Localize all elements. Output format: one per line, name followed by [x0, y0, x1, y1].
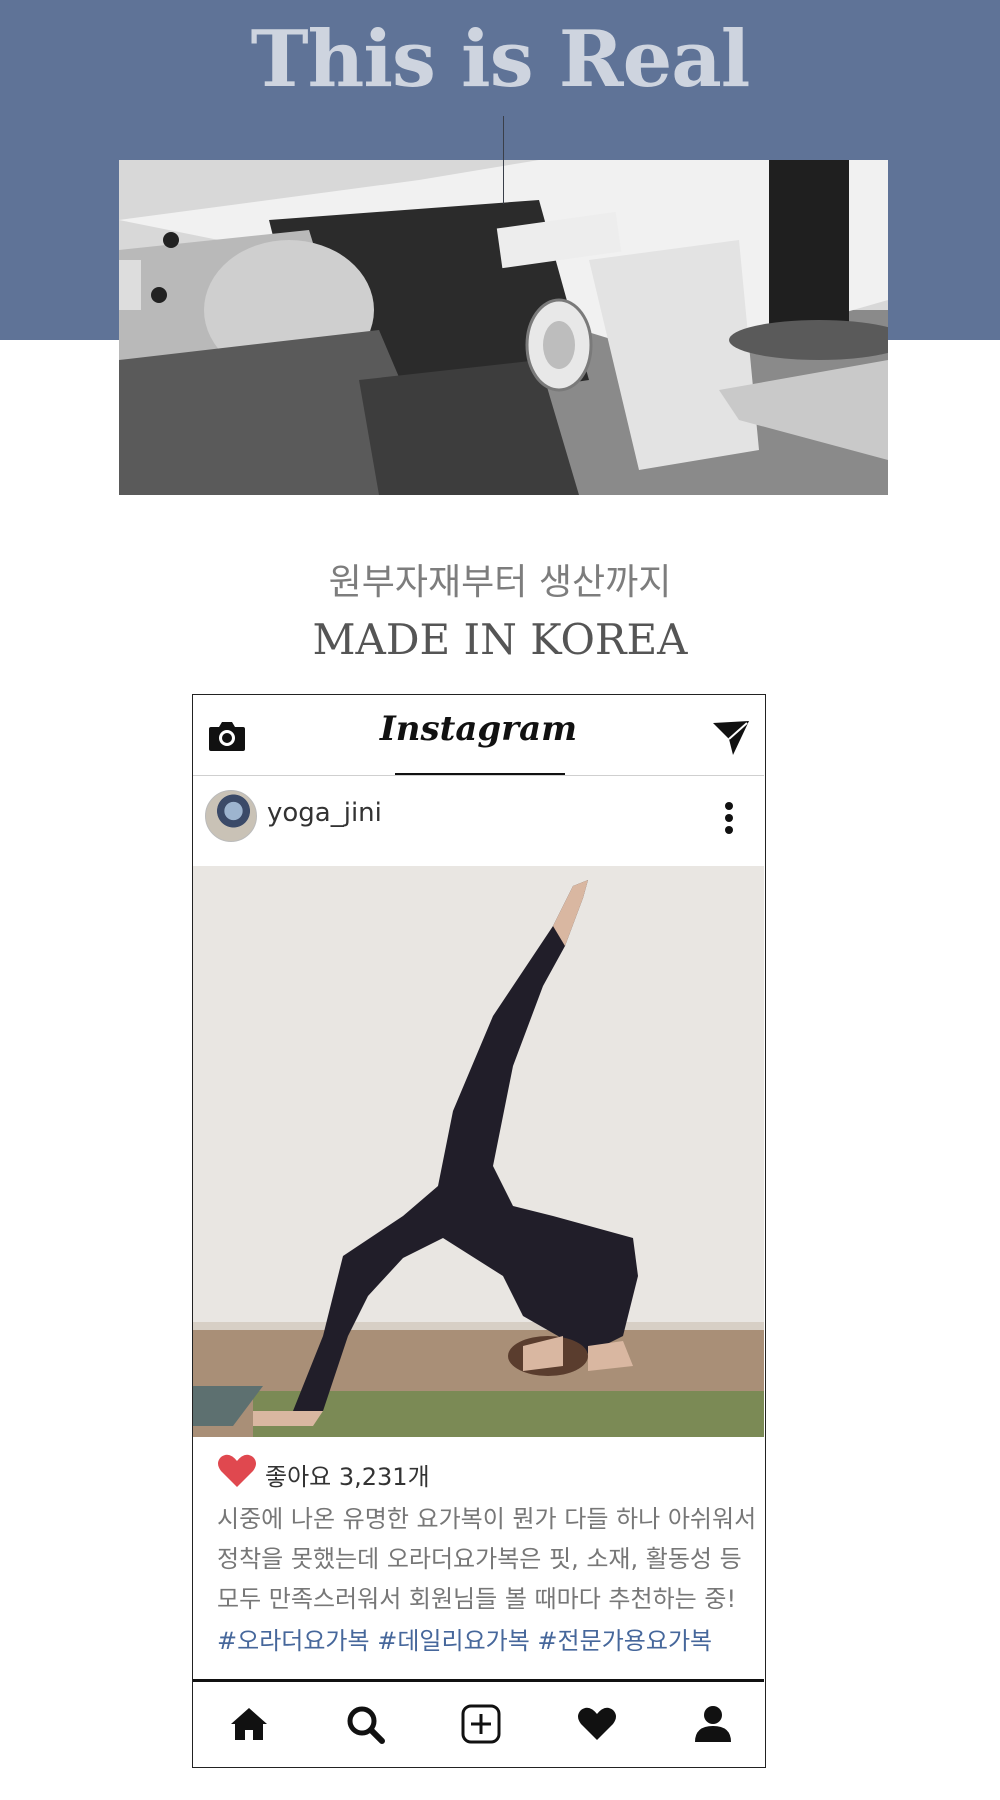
heart-icon[interactable] — [217, 1453, 257, 1489]
yoga-post-photo — [193, 866, 764, 1437]
sewing-machine-illustration — [119, 160, 888, 495]
subtitle-made-in-korea: MADE IN KOREA — [312, 615, 688, 664]
post-profile-row: yoga_jini — [193, 776, 764, 866]
post-caption: 시중에 나온 유명한 요가복이 뭔가 다들 하나 아쉬워서 정착을 못했는데 오… — [217, 1505, 757, 1613]
home-icon[interactable] — [229, 1704, 269, 1744]
likes-count[interactable]: 좋아요 3,231개 — [265, 1457, 430, 1492]
instagram-mockup: Instagram yoga_jini 좋아요 3,231개 시중에 나온 유명… — [192, 694, 766, 1768]
instagram-header: Instagram — [193, 695, 764, 776]
sewing-machine-photo — [119, 160, 888, 495]
activity-heart-icon[interactable] — [577, 1704, 617, 1744]
instagram-logo: Instagram — [379, 709, 578, 749]
hero-title: This is Real — [250, 14, 751, 105]
bottom-tab-bar — [193, 1682, 764, 1767]
subtitle-korean: 원부자재부터 생산까지 — [328, 562, 672, 603]
profile-icon[interactable] — [693, 1704, 733, 1744]
add-icon[interactable] — [461, 1704, 501, 1744]
likes-row: 좋아요 3,231개 — [217, 1453, 717, 1493]
divider-line — [503, 116, 504, 204]
post-hashtags[interactable]: #오라더요가복 #데일리요가복 #전문가용요가복 — [217, 1621, 712, 1656]
yoga-pose-illustration — [193, 866, 764, 1437]
send-icon[interactable] — [711, 719, 751, 757]
avatar[interactable] — [205, 790, 257, 842]
search-icon[interactable] — [345, 1704, 385, 1744]
username[interactable]: yoga_jini — [267, 798, 382, 828]
more-icon[interactable] — [723, 798, 735, 838]
